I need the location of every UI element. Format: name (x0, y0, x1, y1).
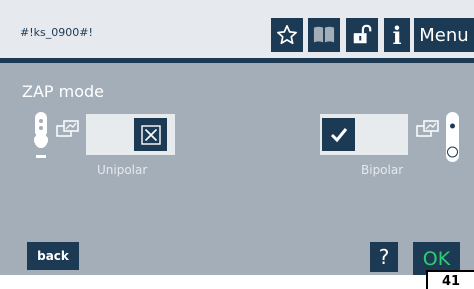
cross-box-icon (140, 124, 161, 145)
unipolar-checkbox[interactable] (134, 118, 167, 151)
lock-button[interactable] (346, 18, 378, 52)
page-number-tab: 41 (426, 270, 474, 289)
star-outline-icon (277, 25, 297, 45)
bipolar-checkbox[interactable] (322, 118, 355, 151)
menu-label: Menu (419, 24, 469, 46)
bipolar-option[interactable] (320, 114, 408, 155)
favorite-button[interactable] (271, 18, 303, 52)
top-bar: #!ks_0900#! i Menu (0, 0, 474, 58)
menu-button[interactable]: Menu (414, 18, 474, 52)
top-bar-divider (0, 58, 474, 63)
screen-id: #!ks_0900#! (20, 26, 93, 39)
unipolar-option[interactable] (86, 114, 175, 155)
help-button[interactable]: ? (370, 242, 398, 272)
checkmark-icon (330, 127, 347, 142)
device-screen: #!ks_0900#! i Menu ZAP mode Unipolar Bip… (0, 0, 474, 275)
book-button[interactable] (308, 18, 340, 52)
unipolar-label: Unipolar (97, 163, 148, 177)
back-button[interactable]: back (27, 242, 79, 270)
padlock-open-icon (353, 24, 372, 44)
book-icon (313, 26, 335, 43)
unipolar-electrode-icon (32, 112, 79, 158)
info-icon: i (392, 20, 402, 50)
bipolar-electrode-icon (416, 112, 459, 162)
info-button[interactable]: i (384, 18, 410, 52)
page-title: ZAP mode (22, 82, 105, 101)
bipolar-label: Bipolar (361, 163, 404, 177)
